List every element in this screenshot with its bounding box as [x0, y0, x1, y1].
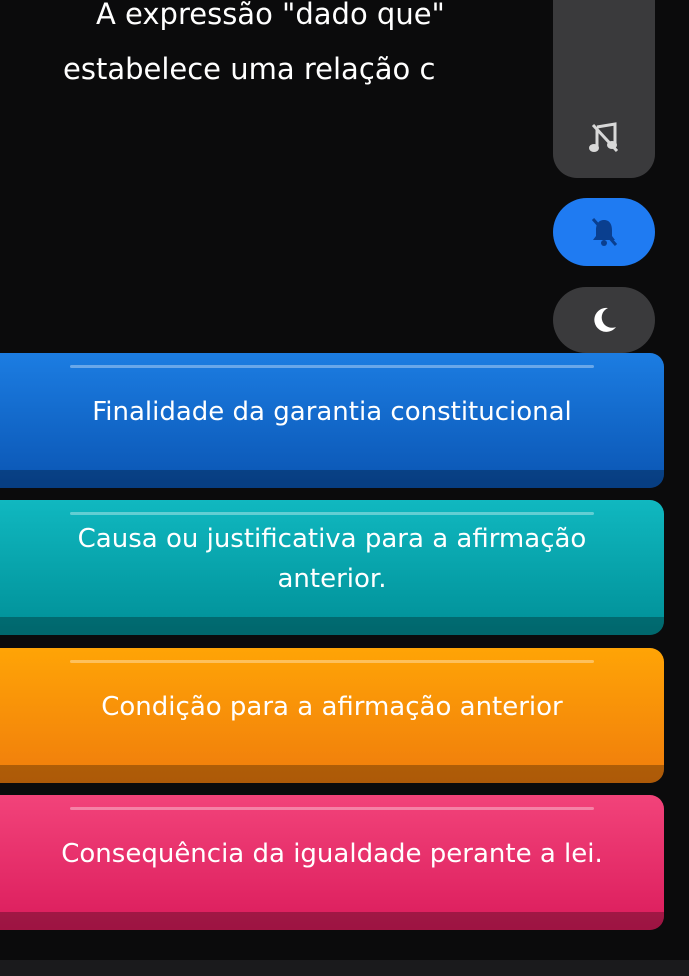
answer-option-1-label: Finalidade da garantia constitucional	[92, 396, 572, 427]
answer-option-4[interactable]: Consequência da igualdade perante a lei.	[0, 795, 664, 930]
answer-option-3[interactable]: Condição para a afirmação anterior	[0, 648, 664, 783]
question-line-2: estabelece uma relação c	[63, 52, 436, 86]
question-line-1: A expressão "dado que"	[96, 0, 445, 31]
answer-option-2-label: Causa ou justificativa para a afirmação …	[77, 523, 587, 594]
music-toggle-button[interactable]	[553, 100, 655, 176]
answer-option-1[interactable]: Finalidade da garantia constitucional	[0, 353, 664, 488]
answer-option-4-label: Consequência da igualdade perante a lei.	[61, 838, 603, 869]
answer-option-2[interactable]: Causa ou justificativa para a afirmação …	[0, 500, 664, 635]
notification-toggle-button[interactable]	[553, 198, 655, 266]
music-off-icon	[589, 122, 619, 153]
answer-option-3-label: Condição para a afirmação anterior	[101, 691, 563, 722]
dark-mode-toggle-button[interactable]	[553, 287, 655, 353]
moon-icon	[594, 307, 616, 332]
bottom-strip	[0, 960, 689, 976]
bell-off-icon	[591, 218, 618, 246]
